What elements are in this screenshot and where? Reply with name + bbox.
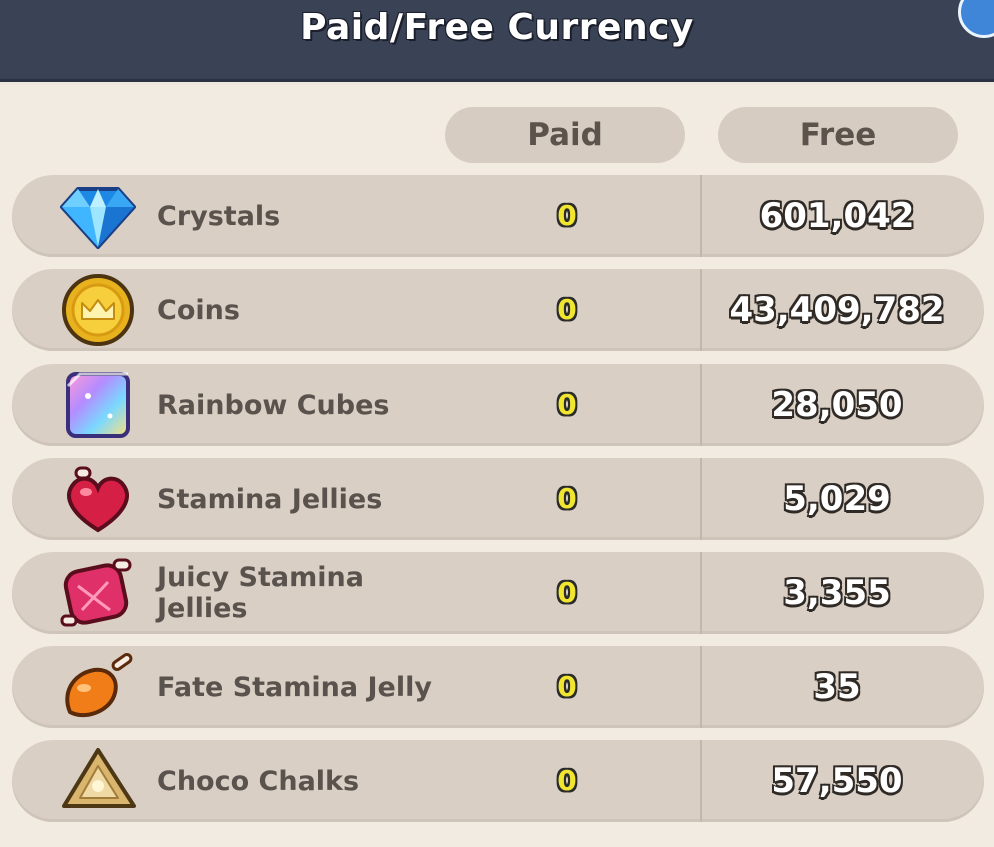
free-column-header: Free xyxy=(718,107,958,163)
currency-name: Juicy Stamina Jellies xyxy=(157,562,364,624)
free-value: 3,355 xyxy=(783,573,891,613)
paid-value: 0 xyxy=(557,482,577,515)
free-value: 35 xyxy=(813,667,861,707)
currency-name: Coins xyxy=(157,294,240,326)
coin-icon xyxy=(62,274,134,346)
currency-row-coins: Coins 0 43,409,782 xyxy=(12,269,984,351)
currency-name: Rainbow Cubes xyxy=(157,389,390,421)
currency-name: Choco Chalks xyxy=(157,765,360,797)
currency-row-rainbow-cubes: Rainbow Cubes 0 28,050 xyxy=(12,364,984,446)
paid-column-header: Paid xyxy=(445,107,685,163)
paid-value: 0 xyxy=(557,388,577,421)
paid-value: 0 xyxy=(557,199,577,232)
paid-value: 0 xyxy=(557,670,577,703)
choco-chalk-icon xyxy=(62,748,136,808)
currency-row-juicy-stamina-jellies: Juicy Stamina Jellies 0 3,355 xyxy=(12,552,984,634)
paid-value: 0 xyxy=(557,576,577,609)
free-value: 57,550 xyxy=(771,761,903,801)
rainbow-cube-icon xyxy=(66,372,130,438)
stamina-jelly-icon xyxy=(67,466,129,533)
free-value: 5,029 xyxy=(783,479,891,519)
crystal-icon xyxy=(60,187,136,249)
paid-value: 0 xyxy=(557,293,577,326)
currency-name: Fate Stamina Jelly xyxy=(157,671,432,703)
free-value: 28,050 xyxy=(771,385,903,425)
currency-name: Crystals xyxy=(157,200,281,232)
free-value: 43,409,782 xyxy=(729,290,945,330)
currency-row-crystals: Crystals 0 601,042 xyxy=(12,175,984,257)
currency-row-stamina-jellies: Stamina Jellies 0 5,029 xyxy=(12,458,984,540)
currency-row-choco-chalks: Choco Chalks 0 57,550 xyxy=(12,740,984,822)
currency-name: Stamina Jellies xyxy=(157,483,383,515)
title-bar: Paid/Free Currency xyxy=(0,0,994,82)
page-title: Paid/Free Currency xyxy=(300,7,694,48)
paid-value: 0 xyxy=(557,764,577,797)
free-value: 601,042 xyxy=(759,196,915,236)
fate-stamina-jelly-icon xyxy=(65,653,133,718)
juicy-stamina-jelly-icon xyxy=(60,558,132,627)
currency-row-fate-stamina-jelly: Fate Stamina Jelly 0 35 xyxy=(12,646,984,728)
